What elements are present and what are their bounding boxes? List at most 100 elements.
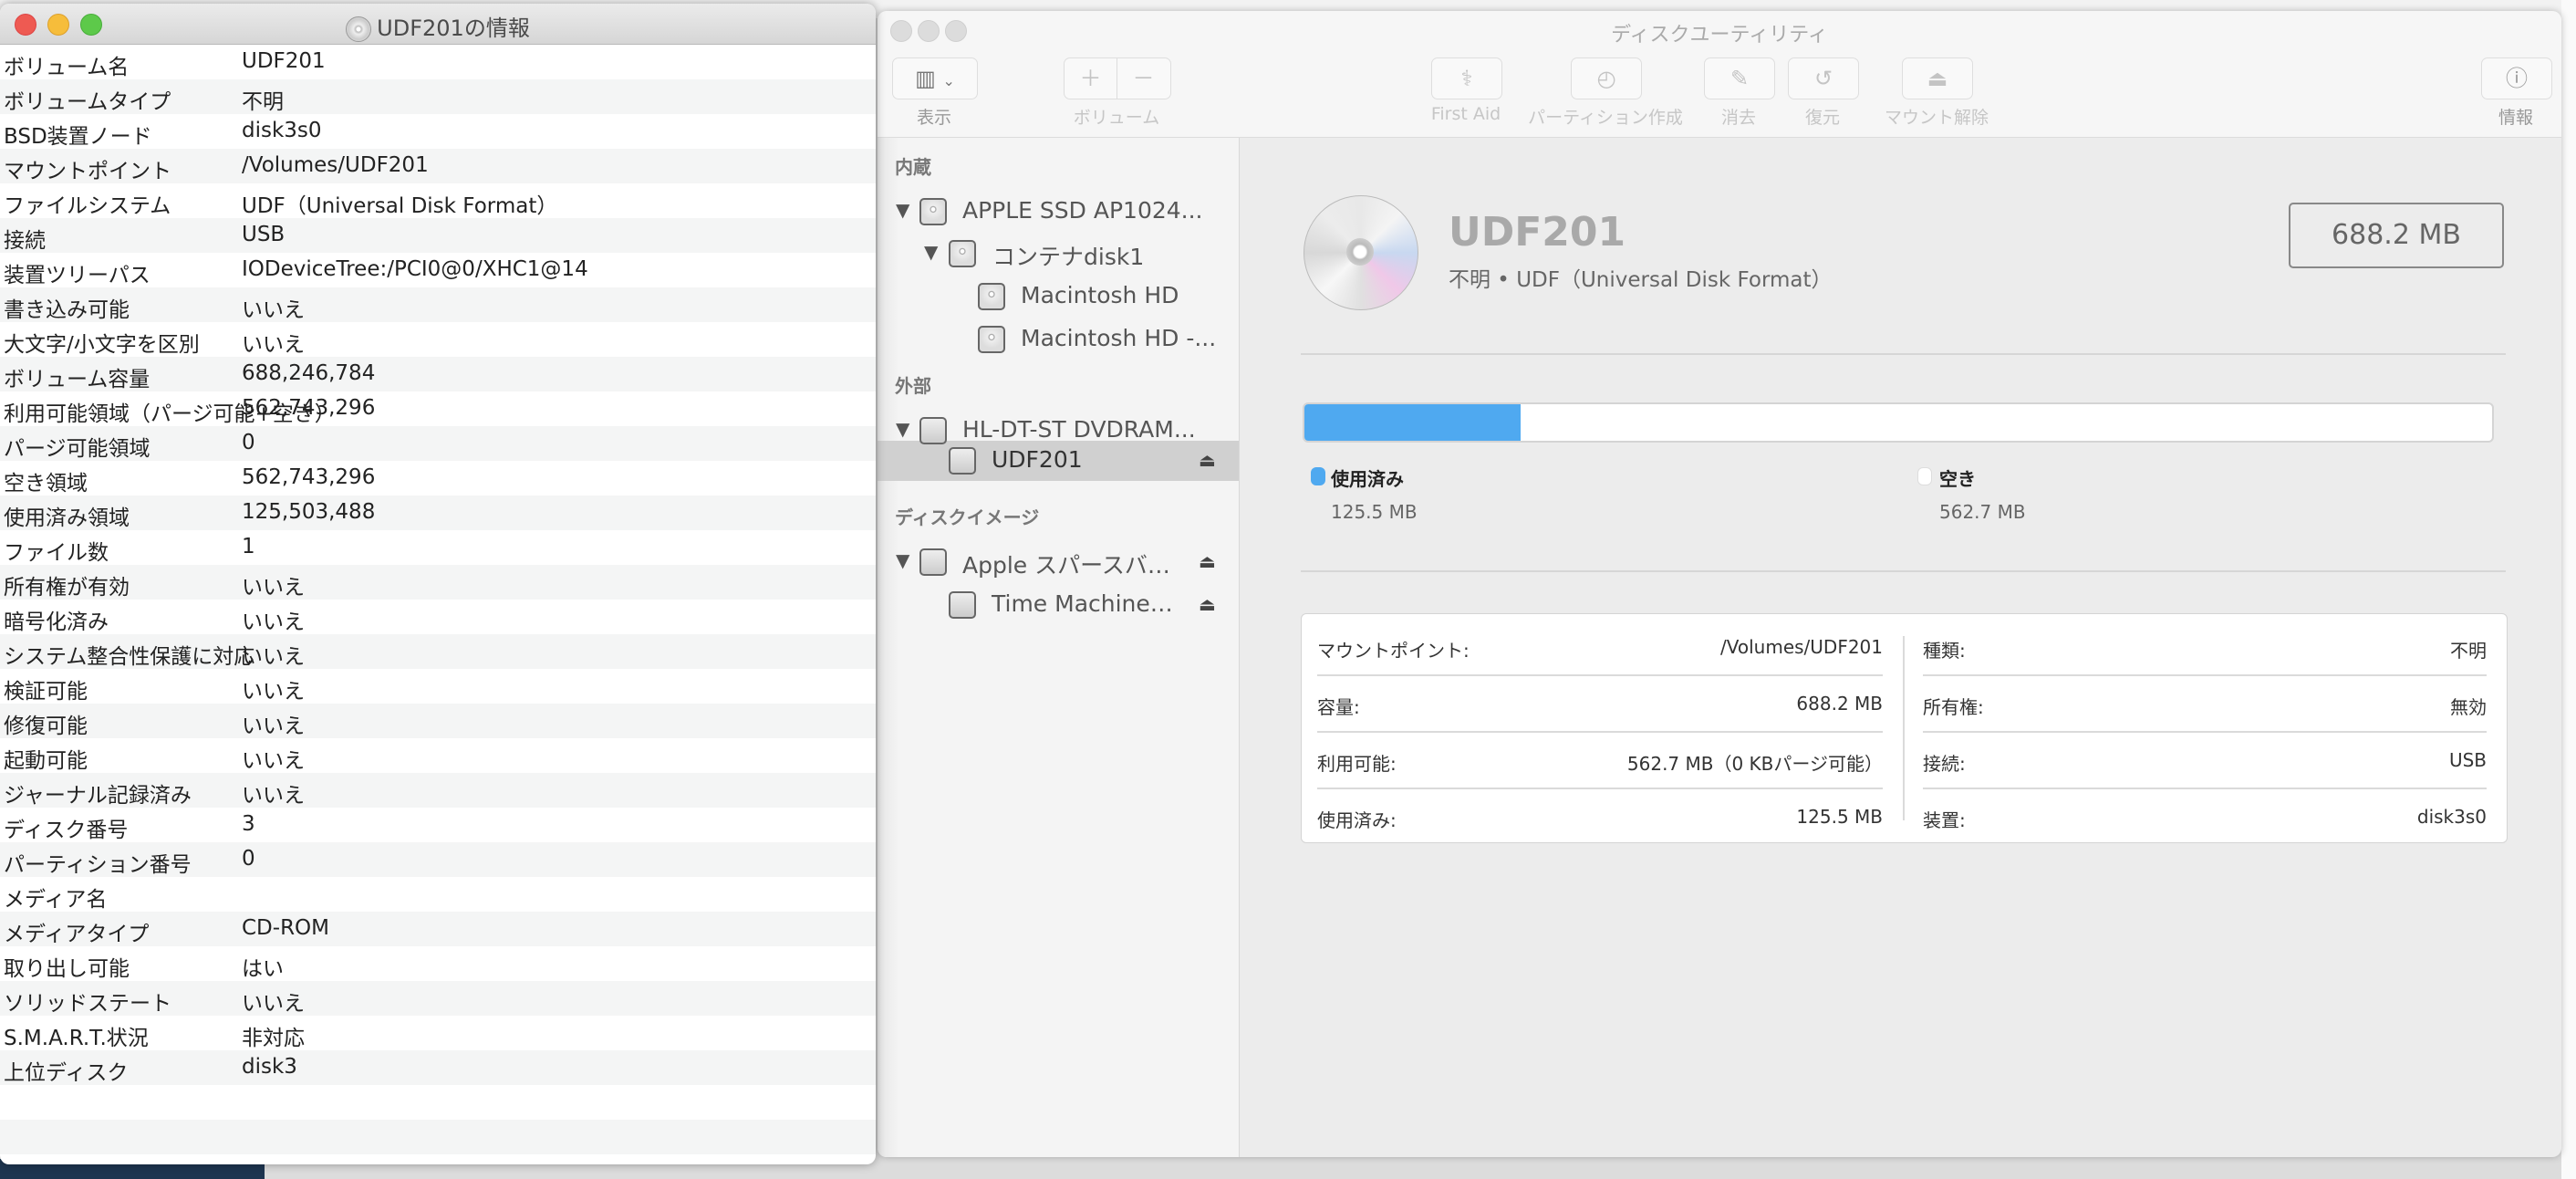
remove-volume-button[interactable]: －	[1117, 58, 1169, 99]
eject-icon[interactable]: ⏏	[1199, 449, 1216, 471]
eject-icon[interactable]: ⏏	[1199, 550, 1216, 572]
info-row: 検証可能 いいえ	[0, 669, 876, 704]
info-row: 起動可能 いいえ	[0, 738, 876, 773]
unmount-label: マウント解除	[1884, 108, 1989, 128]
info-row: パーティション番号 0	[0, 842, 876, 877]
info-value: 0	[242, 847, 255, 871]
sidebar-item[interactable]: ▼ コンテナdisk1	[878, 234, 1239, 274]
info-value: CD-ROM	[242, 916, 329, 940]
info-key: 暗号化済み	[4, 610, 109, 634]
info-value: いいえ	[242, 784, 305, 808]
info-row: 利用可能領域（パージ可能+空き） 562,743,296	[0, 391, 876, 426]
restore-icon: ↺	[1813, 66, 1833, 91]
info-key: 使用済み領域	[4, 506, 130, 530]
add-volume-button[interactable]: ＋	[1065, 58, 1117, 99]
info-row: マウントポイント/Volumes/UDF201	[0, 149, 876, 183]
info-icon: ⓘ	[2506, 66, 2528, 91]
info-value: 1	[242, 535, 255, 558]
unmount-button[interactable]: ⏏	[1902, 57, 1973, 99]
info-value: disk3	[242, 1055, 297, 1079]
divider	[1301, 353, 2506, 355]
sidebar-item[interactable]: Macintosh HD	[878, 276, 1239, 317]
restore-button[interactable]: ↺	[1788, 57, 1859, 99]
info-row: S.M.A.R.T.状況 非対応	[0, 1016, 876, 1050]
volume-name: UDF201	[1449, 209, 1626, 256]
info-row: BSD装置ノード disk3s0	[0, 114, 876, 149]
details-table: マウントポイント:/Volumes/UDF201 容量: 688.2 MB 利用可能:…	[1301, 613, 2508, 843]
info-key: S.M.A.R.T.状況	[4, 1027, 149, 1050]
info-label: 情報	[2498, 108, 2533, 128]
info-row: メディア名	[0, 877, 876, 912]
info-key: ソリッドステート	[4, 992, 171, 1016]
usage-bar	[1303, 402, 2494, 443]
unmount-icon: ⏏	[1927, 66, 1948, 91]
disclosure-triangle-icon[interactable]: ▼	[896, 199, 909, 221]
info-key: 所有権が有効	[4, 576, 130, 600]
info-value: いいえ	[242, 298, 305, 322]
info-key: ボリューム容量	[4, 368, 151, 391]
internal-disk-icon	[949, 240, 976, 267]
info-key: 書き込み可能	[4, 298, 130, 322]
sidebar-item[interactable]: ▼ APPLE SSD AP1024...	[878, 192, 1239, 232]
section-internal: 内蔵	[895, 156, 931, 178]
disclosure-triangle-icon[interactable]: ▼	[924, 241, 938, 263]
sidebar-item[interactable]: UDF201 ⏏	[878, 441, 1239, 481]
volume-size-badge: 688.2 MB	[2289, 203, 2504, 268]
chevron-down-icon: ⌄	[942, 72, 955, 89]
sidebar-item[interactable]: Macintosh HD -...	[878, 319, 1239, 360]
eject-icon[interactable]: ⏏	[1199, 593, 1216, 615]
title-bar: UDF201の情報	[0, 4, 876, 45]
used-value: 125.5 MB	[1331, 501, 1418, 523]
info-key: 大文字/小文字を区別	[4, 333, 200, 357]
window-title: UDF201の情報	[0, 10, 876, 42]
cd-rw-disc-icon	[1304, 195, 1418, 310]
info-value: いいえ	[242, 715, 305, 738]
info-key: ボリューム名	[4, 56, 130, 79]
info-value: いいえ	[242, 610, 305, 634]
info-value: いいえ	[242, 576, 305, 600]
info-row: ディスク番号 3	[0, 808, 876, 842]
sidebar-item[interactable]: ▼ Apple スパースバ… ⏏	[878, 542, 1239, 582]
info-key: 装置ツリーパス	[4, 264, 151, 287]
info-key: 空き領域	[4, 472, 88, 496]
info-row: ジャーナル記録済み いいえ	[0, 773, 876, 808]
disclosure-triangle-icon[interactable]: ▼	[896, 418, 909, 440]
toolbar: ディスクユーティリティ ▥ ⌄ 表示 ＋ － ボリューム ⚕ First Aid…	[878, 11, 2561, 138]
minus-icon: －	[1132, 66, 1155, 91]
info-row: 所有権が有効 いいえ	[0, 565, 876, 600]
erase-label: 消去	[1720, 108, 1756, 128]
info-row: ファイルシステム UDF（Universal Disk Format）	[0, 183, 876, 218]
info-row: システム整合性保護に対応 いいえ	[0, 634, 876, 669]
detail-value: 562.7 MB（0 KBパージ可能）	[1626, 753, 1883, 775]
info-row: 空き領域 562,743,296	[0, 461, 876, 496]
volume-subtitle: 不明 • UDF（Universal Disk Format）	[1449, 268, 1833, 292]
detail-value: 125.5 MB	[1796, 806, 1883, 828]
first-aid-button[interactable]: ⚕	[1431, 57, 1502, 99]
info-row: ボリューム名 UDF201	[0, 45, 876, 79]
info-key: BSD装置ノード	[4, 125, 152, 149]
info-value: はい	[242, 957, 284, 981]
sidebar-item[interactable]: Time Machine… ⏏	[878, 585, 1239, 625]
info-value: disk3s0	[242, 119, 322, 142]
info-row: 使用済み領域 125,503,488	[0, 496, 876, 530]
info-key: 上位ディスク	[4, 1061, 129, 1085]
info-button[interactable]: ⓘ	[2481, 57, 2552, 99]
volume-button-group: ＋ －	[1064, 57, 1171, 99]
info-row: ファイル数 1	[0, 530, 876, 565]
info-row: 取り出し可能 はい	[0, 946, 876, 981]
detail-value: disk3s0	[2416, 806, 2487, 828]
info-key: 取り出し可能	[4, 957, 130, 981]
view-button[interactable]: ▥ ⌄	[892, 57, 978, 99]
info-key: マウントポイント	[4, 160, 171, 183]
disclosure-triangle-icon[interactable]: ▼	[896, 549, 909, 571]
sidebar-item-label: Time Machine…	[992, 590, 1173, 617]
view-label: 表示	[916, 108, 951, 128]
cd-icon	[346, 16, 372, 42]
column-divider	[1903, 636, 1905, 820]
internal-disk-icon	[978, 283, 1005, 310]
partition-button[interactable]: ◴	[1571, 57, 1642, 99]
info-key: 起動可能	[4, 749, 88, 773]
info-row: 上位ディスク disk3	[0, 1050, 876, 1085]
volume-label: ボリューム	[1073, 108, 1160, 128]
erase-button[interactable]: ✎	[1704, 57, 1775, 99]
